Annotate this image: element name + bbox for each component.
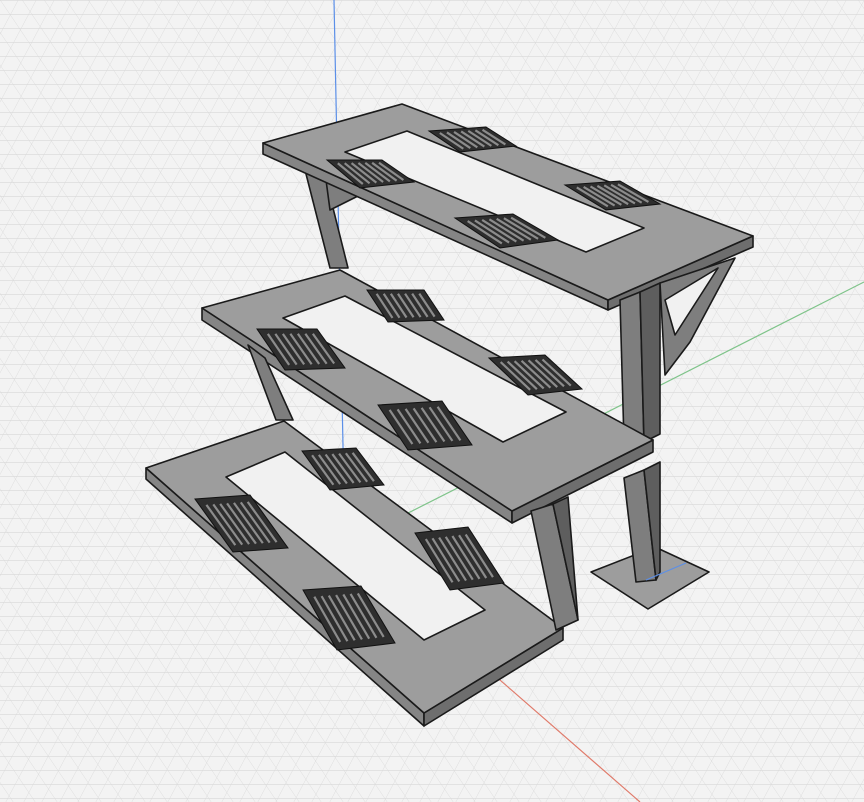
3d-viewport[interactable]: [0, 0, 864, 802]
scene-canvas[interactable]: [0, 0, 864, 802]
